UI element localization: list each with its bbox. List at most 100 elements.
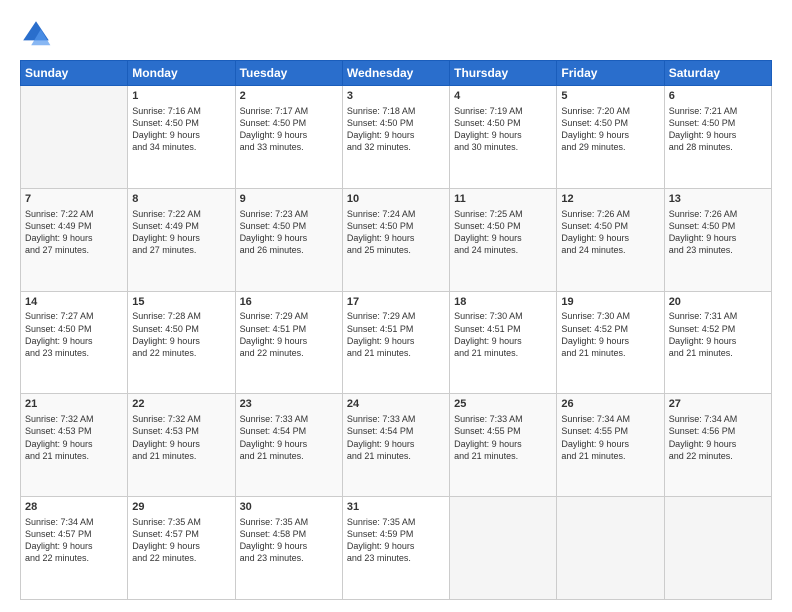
calendar-day-cell: 2Sunrise: 7:17 AM Sunset: 4:50 PM Daylig… (235, 86, 342, 189)
day-number: 29 (132, 500, 230, 515)
calendar-day-cell: 9Sunrise: 7:23 AM Sunset: 4:50 PM Daylig… (235, 188, 342, 291)
day-info: Sunrise: 7:29 AM Sunset: 4:51 PM Dayligh… (240, 310, 338, 359)
day-info: Sunrise: 7:20 AM Sunset: 4:50 PM Dayligh… (561, 105, 659, 154)
calendar-day-cell: 6Sunrise: 7:21 AM Sunset: 4:50 PM Daylig… (664, 86, 771, 189)
day-info: Sunrise: 7:34 AM Sunset: 4:56 PM Dayligh… (669, 413, 767, 462)
calendar-day-cell: 28Sunrise: 7:34 AM Sunset: 4:57 PM Dayli… (21, 497, 128, 600)
calendar-header-row: SundayMondayTuesdayWednesdayThursdayFrid… (21, 61, 772, 86)
calendar-day-cell: 1Sunrise: 7:16 AM Sunset: 4:50 PM Daylig… (128, 86, 235, 189)
calendar-day-cell: 13Sunrise: 7:26 AM Sunset: 4:50 PM Dayli… (664, 188, 771, 291)
day-number: 5 (561, 89, 659, 104)
day-number: 17 (347, 295, 445, 310)
calendar-day-cell (21, 86, 128, 189)
calendar-day-cell: 27Sunrise: 7:34 AM Sunset: 4:56 PM Dayli… (664, 394, 771, 497)
calendar-day-header: Tuesday (235, 61, 342, 86)
day-info: Sunrise: 7:23 AM Sunset: 4:50 PM Dayligh… (240, 208, 338, 257)
day-info: Sunrise: 7:33 AM Sunset: 4:55 PM Dayligh… (454, 413, 552, 462)
day-number: 26 (561, 397, 659, 412)
calendar-day-cell: 16Sunrise: 7:29 AM Sunset: 4:51 PM Dayli… (235, 291, 342, 394)
day-number: 10 (347, 192, 445, 207)
calendar-day-header: Friday (557, 61, 664, 86)
day-number: 8 (132, 192, 230, 207)
day-info: Sunrise: 7:34 AM Sunset: 4:55 PM Dayligh… (561, 413, 659, 462)
day-info: Sunrise: 7:27 AM Sunset: 4:50 PM Dayligh… (25, 310, 123, 359)
day-info: Sunrise: 7:18 AM Sunset: 4:50 PM Dayligh… (347, 105, 445, 154)
day-info: Sunrise: 7:22 AM Sunset: 4:49 PM Dayligh… (132, 208, 230, 257)
day-number: 25 (454, 397, 552, 412)
calendar-day-cell: 26Sunrise: 7:34 AM Sunset: 4:55 PM Dayli… (557, 394, 664, 497)
day-number: 24 (347, 397, 445, 412)
calendar-day-cell: 21Sunrise: 7:32 AM Sunset: 4:53 PM Dayli… (21, 394, 128, 497)
day-number: 22 (132, 397, 230, 412)
day-info: Sunrise: 7:28 AM Sunset: 4:50 PM Dayligh… (132, 310, 230, 359)
calendar-day-header: Sunday (21, 61, 128, 86)
calendar-day-cell: 12Sunrise: 7:26 AM Sunset: 4:50 PM Dayli… (557, 188, 664, 291)
day-info: Sunrise: 7:24 AM Sunset: 4:50 PM Dayligh… (347, 208, 445, 257)
day-number: 11 (454, 192, 552, 207)
day-info: Sunrise: 7:35 AM Sunset: 4:59 PM Dayligh… (347, 516, 445, 565)
calendar-week-row: 1Sunrise: 7:16 AM Sunset: 4:50 PM Daylig… (21, 86, 772, 189)
day-number: 16 (240, 295, 338, 310)
calendar-day-cell: 30Sunrise: 7:35 AM Sunset: 4:58 PM Dayli… (235, 497, 342, 600)
calendar-week-row: 28Sunrise: 7:34 AM Sunset: 4:57 PM Dayli… (21, 497, 772, 600)
calendar-day-header: Wednesday (342, 61, 449, 86)
calendar-day-cell: 8Sunrise: 7:22 AM Sunset: 4:49 PM Daylig… (128, 188, 235, 291)
day-number: 14 (25, 295, 123, 310)
day-info: Sunrise: 7:35 AM Sunset: 4:58 PM Dayligh… (240, 516, 338, 565)
day-info: Sunrise: 7:30 AM Sunset: 4:52 PM Dayligh… (561, 310, 659, 359)
day-number: 1 (132, 89, 230, 104)
day-number: 19 (561, 295, 659, 310)
calendar-day-cell: 14Sunrise: 7:27 AM Sunset: 4:50 PM Dayli… (21, 291, 128, 394)
page: SundayMondayTuesdayWednesdayThursdayFrid… (0, 0, 792, 612)
day-number: 23 (240, 397, 338, 412)
day-number: 7 (25, 192, 123, 207)
day-number: 13 (669, 192, 767, 207)
day-info: Sunrise: 7:30 AM Sunset: 4:51 PM Dayligh… (454, 310, 552, 359)
day-info: Sunrise: 7:32 AM Sunset: 4:53 PM Dayligh… (132, 413, 230, 462)
calendar-day-cell (450, 497, 557, 600)
calendar-day-cell: 23Sunrise: 7:33 AM Sunset: 4:54 PM Dayli… (235, 394, 342, 497)
calendar-day-cell: 3Sunrise: 7:18 AM Sunset: 4:50 PM Daylig… (342, 86, 449, 189)
calendar-day-cell: 18Sunrise: 7:30 AM Sunset: 4:51 PM Dayli… (450, 291, 557, 394)
day-info: Sunrise: 7:16 AM Sunset: 4:50 PM Dayligh… (132, 105, 230, 154)
calendar-day-cell: 15Sunrise: 7:28 AM Sunset: 4:50 PM Dayli… (128, 291, 235, 394)
day-number: 3 (347, 89, 445, 104)
calendar-day-cell: 5Sunrise: 7:20 AM Sunset: 4:50 PM Daylig… (557, 86, 664, 189)
calendar-day-cell: 10Sunrise: 7:24 AM Sunset: 4:50 PM Dayli… (342, 188, 449, 291)
calendar-week-row: 14Sunrise: 7:27 AM Sunset: 4:50 PM Dayli… (21, 291, 772, 394)
calendar-day-cell: 20Sunrise: 7:31 AM Sunset: 4:52 PM Dayli… (664, 291, 771, 394)
day-number: 2 (240, 89, 338, 104)
calendar-week-row: 21Sunrise: 7:32 AM Sunset: 4:53 PM Dayli… (21, 394, 772, 497)
day-info: Sunrise: 7:19 AM Sunset: 4:50 PM Dayligh… (454, 105, 552, 154)
calendar-day-cell: 11Sunrise: 7:25 AM Sunset: 4:50 PM Dayli… (450, 188, 557, 291)
calendar-day-cell: 4Sunrise: 7:19 AM Sunset: 4:50 PM Daylig… (450, 86, 557, 189)
calendar-day-cell: 19Sunrise: 7:30 AM Sunset: 4:52 PM Dayli… (557, 291, 664, 394)
calendar-day-cell: 17Sunrise: 7:29 AM Sunset: 4:51 PM Dayli… (342, 291, 449, 394)
day-number: 28 (25, 500, 123, 515)
day-number: 30 (240, 500, 338, 515)
logo (20, 18, 56, 50)
day-info: Sunrise: 7:33 AM Sunset: 4:54 PM Dayligh… (347, 413, 445, 462)
day-info: Sunrise: 7:22 AM Sunset: 4:49 PM Dayligh… (25, 208, 123, 257)
calendar-day-cell: 31Sunrise: 7:35 AM Sunset: 4:59 PM Dayli… (342, 497, 449, 600)
calendar-day-cell: 22Sunrise: 7:32 AM Sunset: 4:53 PM Dayli… (128, 394, 235, 497)
day-info: Sunrise: 7:32 AM Sunset: 4:53 PM Dayligh… (25, 413, 123, 462)
day-info: Sunrise: 7:25 AM Sunset: 4:50 PM Dayligh… (454, 208, 552, 257)
day-info: Sunrise: 7:26 AM Sunset: 4:50 PM Dayligh… (669, 208, 767, 257)
calendar-day-cell (664, 497, 771, 600)
day-number: 31 (347, 500, 445, 515)
day-number: 20 (669, 295, 767, 310)
day-number: 4 (454, 89, 552, 104)
calendar-day-header: Monday (128, 61, 235, 86)
calendar-day-header: Thursday (450, 61, 557, 86)
calendar-day-cell: 25Sunrise: 7:33 AM Sunset: 4:55 PM Dayli… (450, 394, 557, 497)
calendar-day-cell: 24Sunrise: 7:33 AM Sunset: 4:54 PM Dayli… (342, 394, 449, 497)
day-number: 21 (25, 397, 123, 412)
day-number: 18 (454, 295, 552, 310)
day-number: 27 (669, 397, 767, 412)
calendar-day-cell: 7Sunrise: 7:22 AM Sunset: 4:49 PM Daylig… (21, 188, 128, 291)
day-info: Sunrise: 7:31 AM Sunset: 4:52 PM Dayligh… (669, 310, 767, 359)
calendar-table: SundayMondayTuesdayWednesdayThursdayFrid… (20, 60, 772, 600)
day-number: 15 (132, 295, 230, 310)
header (20, 18, 772, 50)
